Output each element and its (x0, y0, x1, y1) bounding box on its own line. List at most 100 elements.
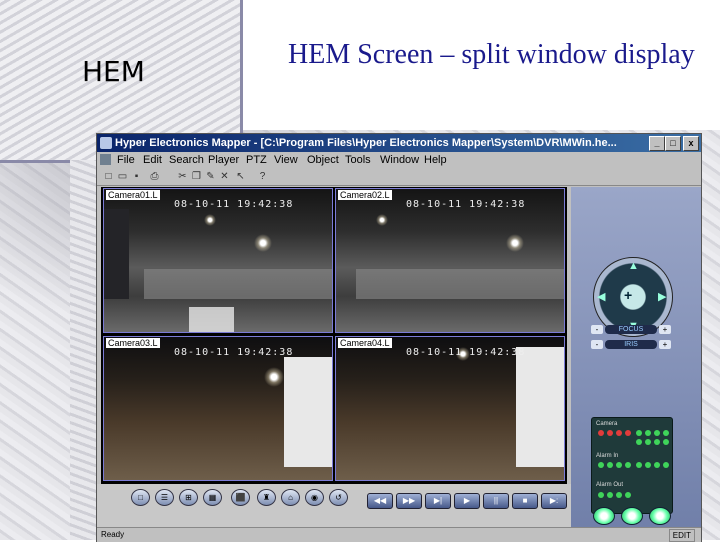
camera-view-4[interactable]: Camera04.L 08-10-11 19:42:38 (335, 336, 565, 481)
toolbar: □ ▭ ▪ ⎙ ✂ ❐ ✎ ✕ ↖ ? (97, 168, 701, 186)
menu-object[interactable]: Object (307, 154, 339, 166)
ptz-left-arrow-icon[interactable]: ◀ (597, 290, 605, 303)
menu-window[interactable]: Window (380, 154, 419, 166)
camera-status-label: Camera (596, 421, 618, 427)
road (144, 269, 332, 299)
ptz-zoom-center[interactable]: + (624, 287, 632, 303)
alarm-in-label: Alarm In (596, 453, 619, 459)
list-view-icon[interactable]: ☰ (155, 489, 174, 506)
help-icon[interactable]: ? (257, 171, 268, 182)
menu-help[interactable]: Help (424, 154, 447, 166)
camera-select-button[interactable] (593, 507, 615, 525)
camera-led (663, 430, 669, 436)
cut-icon[interactable]: ✂ (177, 171, 188, 182)
focus-minus-button[interactable]: - (591, 325, 603, 334)
camera-led (607, 430, 613, 436)
refresh-icon[interactable]: ↺ (329, 489, 348, 506)
menu-view[interactable]: View (274, 154, 298, 166)
camera-view-3[interactable]: Camera03.L 08-10-11 19:42:38 (103, 336, 333, 481)
home-icon[interactable]: ⌂ (281, 489, 300, 506)
camera-label: Camera02.L (338, 190, 392, 200)
pointer-icon[interactable]: ↖ (235, 171, 246, 182)
alarm-reset-button[interactable] (649, 507, 671, 525)
snapshot-icon[interactable]: ◉ (305, 489, 324, 506)
fast-forward-button[interactable]: ▶▶ (396, 493, 422, 509)
grid-view-icon[interactable]: ▦ (203, 489, 222, 506)
camera-led (645, 439, 651, 445)
app-icon (100, 137, 112, 149)
camera-led (654, 439, 660, 445)
single-view-icon[interactable]: □ (131, 489, 150, 506)
focus-label: FOCUS (605, 325, 657, 334)
delete-icon[interactable]: ✕ (219, 171, 230, 182)
copy-icon[interactable]: ❐ (191, 171, 202, 182)
building (104, 209, 129, 299)
iris-minus-button[interactable]: - (591, 340, 603, 349)
focus-plus-button[interactable]: + (659, 325, 671, 334)
menu-search[interactable]: Search (169, 154, 204, 166)
document-menu-icon[interactable] (100, 154, 111, 165)
truck (189, 307, 234, 332)
open-icon[interactable]: ▭ (117, 171, 128, 182)
left-title: HEM (82, 55, 145, 88)
menu-player[interactable]: Player (208, 154, 239, 166)
iris-plus-button[interactable]: + (659, 340, 671, 349)
camera-led (598, 430, 604, 436)
menu-file[interactable]: File (117, 154, 135, 166)
alarm-in-led (645, 462, 651, 468)
alarm-in-led (654, 462, 660, 468)
menu-tools[interactable]: Tools (345, 154, 371, 166)
iris-label: IRIS (605, 340, 657, 349)
play-button[interactable]: ▶ (454, 493, 480, 509)
menu-edit[interactable]: Edit (143, 154, 162, 166)
ptz-control-panel: ▲ ▼ ◀ ▶ + - FOCUS + - IRIS + Camera Alar… (571, 187, 701, 541)
alarm-in-led (616, 462, 622, 468)
camera-view-2[interactable]: Camera02.L 08-10-11 19:42:38 (335, 188, 565, 333)
camera-led (636, 430, 642, 436)
quad-view-icon[interactable]: ⊞ (179, 489, 198, 506)
stop-button[interactable]: ■ (512, 493, 538, 509)
alarm-in-led (598, 462, 604, 468)
paste-icon[interactable]: ✎ (205, 171, 216, 182)
preset-button[interactable] (621, 507, 643, 525)
minimize-button[interactable]: _ (649, 136, 665, 151)
alarm-in-led (625, 462, 631, 468)
menu-bar: File Edit Search Player PTZ View Object … (97, 152, 701, 168)
camera-label: Camera04.L (338, 338, 392, 348)
camera-led (654, 430, 660, 436)
camera-view-1[interactable]: Camera01.L 08-10-11 19:42:38 (103, 188, 333, 333)
menu-ptz[interactable]: PTZ (246, 154, 267, 166)
headlight (264, 367, 284, 387)
window-titlebar[interactable]: Hyper Electronics Mapper - [C:\Program F… (97, 134, 701, 152)
close-button[interactable]: x (683, 136, 699, 151)
truck (284, 357, 332, 467)
street-light (376, 214, 388, 226)
alarm-out-led (616, 492, 622, 498)
camera-timestamp: 08-10-11 19:42:38 (406, 199, 526, 210)
alarm-in-led (607, 462, 613, 468)
print-icon[interactable]: ⎙ (149, 171, 160, 182)
truck (516, 347, 564, 467)
alarm-status-panel: Camera Alarm In Alarm Out (591, 417, 673, 514)
pause-button[interactable]: || (483, 493, 509, 509)
rewind-button[interactable]: ◀◀ (367, 493, 393, 509)
camera-led (636, 439, 642, 445)
alarm-out-label: Alarm Out (596, 482, 624, 488)
maximize-button[interactable]: □ (665, 136, 681, 151)
window-title: Hyper Electronics Mapper - [C:\Program F… (115, 137, 617, 149)
street-light (506, 234, 524, 252)
left-decorative-strip (70, 160, 96, 540)
slide-title: HEM Screen – split window display (288, 39, 695, 70)
camera-label: Camera03.L (106, 338, 160, 348)
camera-timestamp: 08-10-11 19:42:38 (174, 347, 294, 358)
full-view-icon[interactable]: ⬛ (231, 489, 250, 506)
record-icon[interactable]: ♜ (257, 489, 276, 506)
street-light (204, 214, 216, 226)
save-icon[interactable]: ▪ (131, 171, 142, 182)
ptz-right-arrow-icon[interactable]: ▶ (658, 290, 666, 303)
new-icon[interactable]: □ (103, 171, 114, 182)
ptz-up-arrow-icon[interactable]: ▲ (628, 260, 639, 272)
step-button[interactable]: ▶| (425, 493, 451, 509)
road (356, 269, 564, 299)
settings-button[interactable]: ▶: (541, 493, 567, 509)
